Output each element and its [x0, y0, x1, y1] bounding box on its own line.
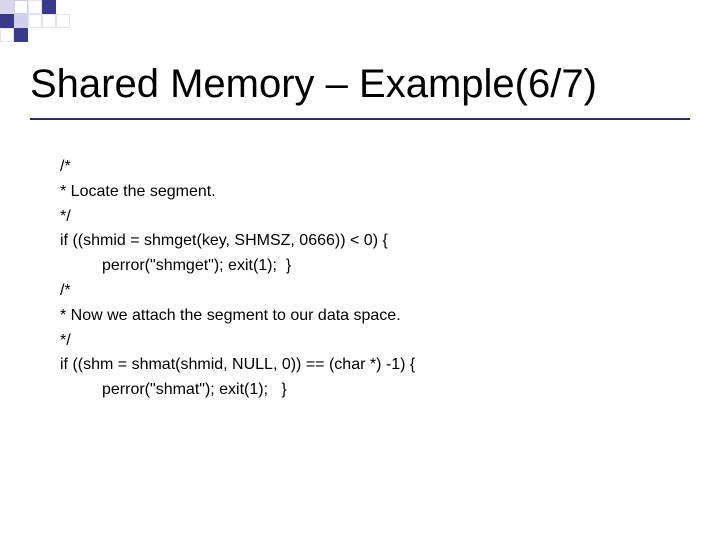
code-line: perror("shmget"); exit(1); } — [60, 254, 680, 279]
code-line: * Locate the segment. — [60, 180, 680, 205]
slide-title: Shared Memory – Example(6/7) — [30, 62, 700, 107]
code-line: perror("shmat"); exit(1); } — [60, 378, 680, 403]
corner-decoration — [0, 0, 90, 50]
code-line: /* — [60, 279, 680, 304]
slide: Shared Memory – Example(6/7) /* * Locate… — [0, 0, 720, 540]
code-line: */ — [60, 205, 680, 230]
code-line: /* — [60, 155, 680, 180]
title-underline — [30, 118, 690, 120]
code-line: */ — [60, 329, 680, 354]
code-line: if ((shmid = shmget(key, SHMSZ, 0666)) <… — [60, 229, 680, 254]
code-block: /* * Locate the segment. */ if ((shmid =… — [60, 155, 680, 403]
code-line: if ((shm = shmat(shmid, NULL, 0)) == (ch… — [60, 353, 680, 378]
code-line: * Now we attach the segment to our data … — [60, 304, 680, 329]
